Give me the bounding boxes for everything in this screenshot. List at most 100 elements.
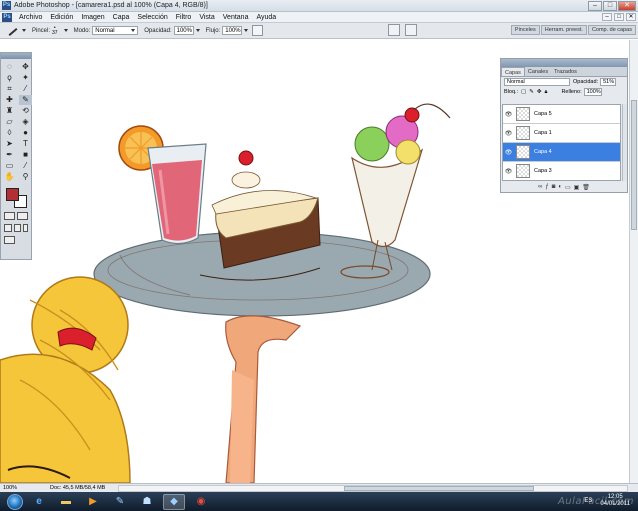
adjustment-layer-icon[interactable]: ◐ (558, 184, 562, 190)
layer-row-capa-5[interactable]: 👁︎ Capa 5 (503, 105, 620, 124)
notes-tool-icon[interactable]: ▭ (3, 161, 16, 171)
pen-tool-icon[interactable]: ✒ (3, 150, 16, 160)
fill-field[interactable]: 100% (583, 88, 602, 96)
minimize-icon[interactable]: – (588, 1, 602, 11)
menu-edicion[interactable]: Edición (46, 14, 77, 21)
type-tool-icon[interactable]: T (19, 139, 32, 149)
eraser-tool-icon[interactable]: ▱ (3, 117, 16, 127)
eye-icon[interactable]: 👁︎ (503, 168, 514, 175)
lock-transparency-icon[interactable]: ▢ (521, 89, 526, 95)
flow-field[interactable]: 100% (222, 26, 243, 35)
scrollbar-thumb[interactable] (344, 486, 534, 491)
new-group-icon[interactable]: ▭ (565, 184, 571, 191)
doc-size[interactable]: Doc: 45,5 MB/58,4 MB (50, 485, 105, 491)
lock-position-icon[interactable]: ✥ (537, 89, 542, 95)
scrollbar-thumb[interactable] (631, 100, 637, 230)
doc-restore-icon[interactable]: □ (614, 13, 624, 21)
document-icon[interactable]: Ps (2, 12, 12, 22)
hand-tool-icon[interactable]: ✋ (3, 172, 16, 182)
eye-icon[interactable]: 👁︎ (503, 130, 514, 137)
lock-all-icon[interactable]: 🔒︎ (545, 89, 548, 96)
clone-stamp-tool-icon[interactable]: ♜ (3, 106, 16, 116)
marquee-tool-icon[interactable]: ◌ (3, 62, 16, 72)
layers-panel-titlebar[interactable] (501, 59, 627, 67)
paint-bucket-tool-icon[interactable]: ◈ (19, 117, 32, 127)
palette-tab-herramientas[interactable]: Herram. preest. (540, 25, 587, 35)
opacity-dropdown-icon[interactable] (195, 29, 200, 32)
doc-close-icon[interactable]: ✕ (626, 13, 636, 21)
canvas-horizontal-scrollbar[interactable] (118, 485, 628, 492)
menu-imagen[interactable]: Imagen (77, 14, 108, 21)
layer-style-icon[interactable]: ƒ (545, 184, 548, 190)
internet-explorer-icon[interactable]: e (28, 494, 50, 510)
brush-size-picker[interactable]: • 37 (52, 25, 58, 36)
layer-row-capa-4[interactable]: 👁︎ Capa 4 (503, 143, 620, 162)
slice-tool-icon[interactable]: ⁄ (19, 84, 32, 94)
zoom-level[interactable]: 100% (0, 485, 22, 491)
magic-wand-tool-icon[interactable]: ✦ (19, 73, 32, 83)
brush-tool-button-icon[interactable]: ✎ (19, 95, 32, 105)
screen-mode-full-icon[interactable] (23, 224, 29, 232)
airbrush-icon[interactable] (252, 25, 264, 36)
palette-tab-composiciones[interactable]: Comp. de capas (587, 25, 636, 35)
doc-minimize-icon[interactable]: – (602, 13, 612, 21)
tool-preset-dropdown-icon[interactable] (22, 29, 26, 32)
eyedropper-tool-icon[interactable]: ⁄ (19, 161, 32, 171)
palette-tab-pinceles[interactable]: Pinceles (510, 25, 540, 35)
close-icon[interactable]: ✕ (618, 1, 636, 11)
lock-pixels-icon[interactable]: ✎ (529, 89, 534, 95)
layer-opacity-field[interactable]: 51% (600, 78, 617, 86)
media-player-icon[interactable]: ▶ (82, 494, 104, 510)
network-icon[interactable]: ☗ (136, 494, 158, 510)
screen-mode-standard-icon[interactable] (4, 224, 12, 232)
standard-mode-icon[interactable] (4, 212, 15, 220)
brush-tool-icon[interactable] (6, 25, 18, 37)
crop-tool-icon[interactable]: ⌗ (3, 84, 16, 94)
tab-capas[interactable]: Capas (501, 67, 525, 76)
link-layers-icon[interactable]: ∞ (538, 184, 542, 190)
chrome-icon[interactable]: ◉ (190, 494, 212, 510)
paint-icon[interactable]: ✎ (109, 494, 131, 510)
foreground-color-swatch[interactable] (6, 188, 19, 201)
menu-vista[interactable]: Vista (195, 14, 218, 21)
zoom-tool-icon[interactable]: ⚲ (19, 172, 32, 182)
jump-to-imageready-icon[interactable] (4, 236, 15, 244)
menu-archivo[interactable]: Archivo (15, 14, 46, 21)
layer-row-capa-3[interactable]: 👁︎ Capa 3 (503, 162, 620, 180)
lasso-tool-icon[interactable]: ϙ (3, 73, 16, 83)
quick-mask-icon[interactable] (17, 212, 28, 220)
file-browser-icon[interactable] (405, 24, 417, 36)
new-layer-icon[interactable]: ▣ (574, 184, 580, 191)
eye-icon[interactable]: 👁︎ (503, 111, 514, 118)
tab-trazados[interactable]: Trazados (551, 67, 580, 76)
history-brush-tool-icon[interactable]: ⟲ (19, 106, 32, 116)
photoshop-task-icon[interactable]: ◆ (163, 493, 185, 510)
trash-icon[interactable]: 🗑︎ (582, 184, 590, 191)
tab-canales[interactable]: Canales (525, 67, 551, 76)
menu-filtro[interactable]: Filtro (172, 14, 196, 21)
layer-mask-icon[interactable]: ◙ (552, 184, 556, 190)
menu-capa[interactable]: Capa (109, 14, 134, 21)
dodge-tool-icon[interactable]: ● (19, 128, 32, 138)
move-tool-icon[interactable]: ✥ (19, 62, 32, 72)
path-selection-tool-icon[interactable]: ➤ (3, 139, 16, 149)
palette-toggle-icon[interactable] (388, 24, 400, 36)
menu-ventana[interactable]: Ventana (219, 14, 253, 21)
flow-dropdown-icon[interactable] (244, 29, 249, 32)
blur-tool-icon[interactable]: ◊ (3, 128, 16, 138)
opacity-field[interactable]: 100% (173, 26, 194, 35)
menu-ayuda[interactable]: Ayuda (252, 14, 280, 21)
mode-select[interactable]: Normal (92, 26, 139, 35)
layer-row-capa-1[interactable]: 👁︎ Capa 1 (503, 124, 620, 143)
blend-mode-select[interactable]: Normal (504, 78, 570, 86)
layers-scrollbar[interactable] (622, 104, 627, 181)
menu-seleccion[interactable]: Selección (133, 14, 171, 21)
eye-icon[interactable]: 👁︎ (503, 149, 514, 156)
shape-tool-icon[interactable]: ■ (19, 150, 32, 160)
maximize-icon[interactable]: □ (603, 1, 617, 11)
screen-mode-full-menu-icon[interactable] (13, 224, 22, 232)
folder-icon[interactable]: ▬ (55, 494, 77, 510)
start-button[interactable] (7, 493, 23, 510)
brush-picker-dropdown-icon[interactable] (63, 29, 68, 32)
canvas-vertical-scrollbar[interactable] (629, 40, 638, 483)
